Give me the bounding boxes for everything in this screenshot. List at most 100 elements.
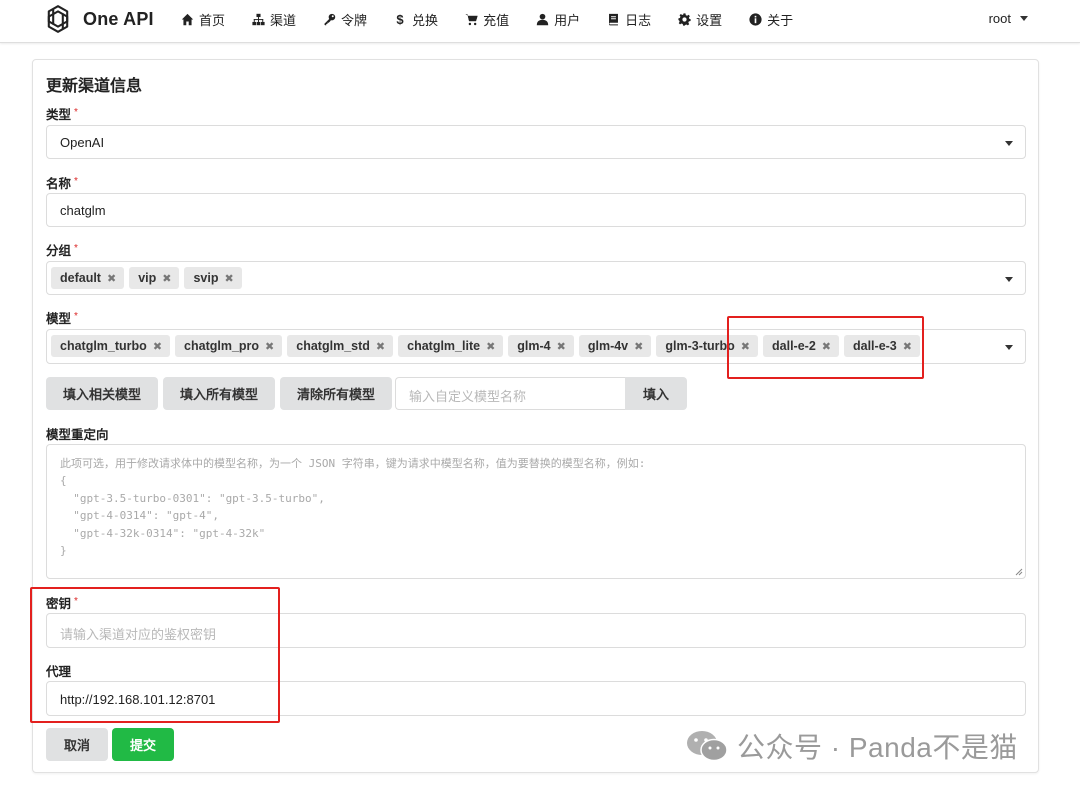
name-value: chatglm	[60, 203, 106, 218]
fill-custom-model-button[interactable]: 填入	[625, 377, 687, 410]
model-chip[interactable]: chatglm_lite ✖	[398, 335, 504, 357]
model-chip[interactable]: dall-e-2 ✖	[763, 335, 839, 357]
main-nav: 首页 渠道 令牌 $ 兑换 充值 用户 日志 设置 关于	[180, 10, 819, 28]
nav-label: 关于	[767, 12, 794, 28]
cancel-button[interactable]: 取消	[46, 728, 108, 761]
type-value: OpenAI	[60, 135, 105, 150]
model-chip[interactable]: glm-3-turbo ✖	[656, 335, 759, 357]
watermark-text: 公众号 · Panda不是猫	[737, 732, 1018, 763]
proxy-label: 代理	[46, 665, 72, 679]
model-chip[interactable]: glm-4 ✖	[508, 335, 574, 357]
close-icon[interactable]: ✖	[634, 340, 643, 353]
nav-label: 兑换	[412, 12, 439, 28]
key-placeholder: 请输入渠道对应的鉴权密钥	[60, 627, 217, 642]
group-chip[interactable]: vip ✖	[129, 267, 180, 289]
nav-settings[interactable]: 设置	[677, 10, 722, 29]
name-input[interactable]: chatglm	[46, 193, 1026, 227]
book-icon	[606, 12, 620, 26]
required-mark: *	[74, 596, 78, 607]
close-icon[interactable]: ✖	[557, 340, 566, 353]
required-mark: *	[74, 176, 78, 187]
sitemap-icon	[251, 12, 265, 26]
nav-home[interactable]: 首页	[180, 10, 225, 29]
nav-users[interactable]: 用户	[535, 10, 580, 29]
models-multiselect[interactable]: chatglm_turbo ✖ chatglm_pro ✖ chatglm_std ✖…	[46, 329, 1026, 364]
nav-redeem[interactable]: $ 兑换	[393, 10, 438, 29]
close-icon[interactable]: ✖	[225, 272, 234, 285]
type-label: 类型 *	[46, 107, 78, 122]
submit-button[interactable]: 提交	[112, 728, 174, 761]
page-title: 更新渠道信息	[46, 78, 143, 95]
nav-logs[interactable]: 日志	[606, 10, 651, 29]
required-mark: *	[74, 107, 78, 118]
key-input[interactable]: 请输入渠道对应的鉴权密钥	[46, 613, 1026, 648]
models-label: 模型 *	[46, 311, 78, 326]
nav-label: 充值	[483, 12, 510, 28]
group-label: 分组 *	[46, 243, 78, 258]
wechat-icon	[687, 731, 728, 762]
group-multiselect[interactable]: default ✖ vip ✖ svip ✖	[46, 261, 1026, 295]
close-icon[interactable]: ✖	[486, 340, 495, 353]
model-chip[interactable]: chatglm_std ✖	[287, 335, 394, 357]
model-mapping-textarea[interactable]: 此项可选，用于修改请求体中的模型名称，为一个 JSON 字符串，键为请求中模型名…	[46, 444, 1026, 579]
nav-label: 渠道	[270, 12, 297, 28]
model-mapping-label: 模型重定向	[46, 428, 109, 442]
brand[interactable]: One API	[42, 3, 154, 35]
chevron-down-icon	[1005, 141, 1013, 146]
gear-icon	[677, 12, 691, 26]
channel-edit-card: 更新渠道信息 类型 * OpenAI 名称 * chatglm 分组 * defaul…	[32, 59, 1039, 773]
group-chip[interactable]: default ✖	[51, 267, 125, 289]
type-select[interactable]: OpenAI	[46, 125, 1026, 159]
brand-name: One API	[83, 8, 154, 29]
nav-channels[interactable]: 渠道	[251, 10, 296, 29]
model-chip[interactable]: dall-e-3 ✖	[844, 335, 920, 357]
close-icon[interactable]: ✖	[107, 272, 116, 285]
model-chip[interactable]: glm-4v ✖	[578, 335, 652, 357]
chevron-down-icon	[1005, 345, 1013, 350]
key-icon	[322, 12, 336, 26]
nav-topup[interactable]: 充值	[464, 10, 509, 29]
close-icon[interactable]: ✖	[903, 340, 912, 353]
cart-icon	[464, 12, 478, 26]
key-label: 密钥 *	[46, 596, 78, 611]
home-icon	[180, 12, 194, 26]
user-dropdown[interactable]: root	[989, 11, 1028, 26]
chevron-down-icon	[1005, 277, 1013, 282]
required-mark: *	[74, 243, 78, 254]
group-chips: default ✖ vip ✖ svip ✖	[51, 267, 247, 289]
nav-label: 令牌	[341, 12, 368, 28]
resize-handle-icon[interactable]	[1015, 568, 1023, 576]
watermark: 公众号 · Panda不是猫	[685, 726, 1018, 766]
dollar-icon: $	[396, 11, 404, 27]
proxy-value: http://192.168.101.12:8701	[60, 692, 216, 707]
info-icon	[748, 12, 762, 26]
group-chip[interactable]: svip ✖	[184, 267, 242, 289]
nav-label: 日志	[625, 12, 652, 28]
proxy-input[interactable]: http://192.168.101.12:8701	[46, 681, 1026, 716]
nav-label: 设置	[696, 12, 723, 28]
custom-model-placeholder: 输入自定义模型名称	[409, 389, 527, 404]
close-icon[interactable]: ✖	[153, 340, 162, 353]
close-icon[interactable]: ✖	[162, 272, 171, 285]
fill-related-models-button[interactable]: 填入相关模型	[46, 377, 158, 410]
model-mapping-placeholder: 此项可选，用于修改请求体中的模型名称，为一个 JSON 字符串，键为请求中模型名…	[60, 457, 646, 558]
nav-about[interactable]: 关于	[748, 10, 793, 29]
required-mark: *	[74, 311, 78, 322]
username: root	[988, 11, 1011, 26]
close-icon[interactable]: ✖	[741, 340, 750, 353]
close-icon[interactable]: ✖	[822, 340, 831, 353]
name-label: 名称 *	[46, 176, 78, 191]
model-chip[interactable]: chatglm_pro ✖	[175, 335, 283, 357]
model-chip[interactable]: chatglm_turbo ✖	[51, 335, 171, 357]
nav-label: 首页	[199, 12, 226, 28]
model-chips: chatglm_turbo ✖ chatglm_pro ✖ chatglm_std ✖…	[51, 335, 925, 357]
clear-all-models-button[interactable]: 清除所有模型	[280, 377, 392, 410]
nav-tokens[interactable]: 令牌	[322, 10, 367, 29]
close-icon[interactable]: ✖	[265, 340, 274, 353]
nav-label: 用户	[554, 12, 581, 28]
close-icon[interactable]: ✖	[376, 340, 385, 353]
fill-all-models-button[interactable]: 填入所有模型	[163, 377, 275, 410]
openai-logo-icon	[47, 5, 69, 33]
top-navbar: One API 首页 渠道 令牌 $ 兑换 充值 用户 日志 设置 关于 roo…	[0, 0, 1080, 43]
custom-model-input[interactable]: 输入自定义模型名称	[395, 377, 626, 410]
